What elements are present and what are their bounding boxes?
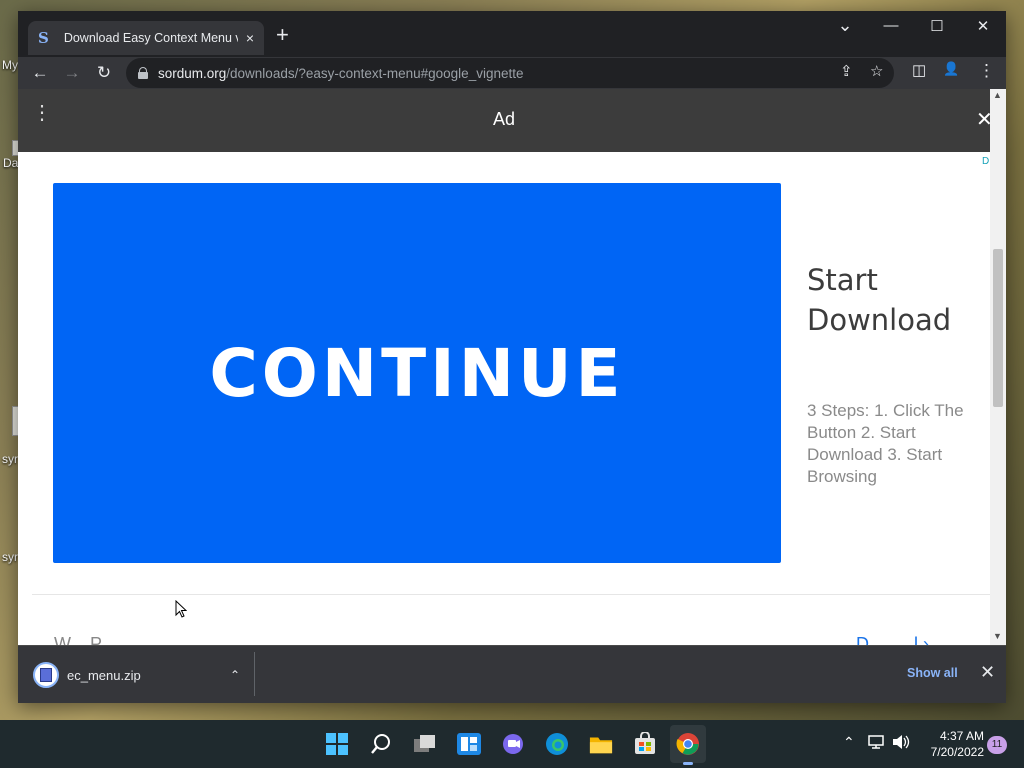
show-all-button[interactable]: Show all <box>907 666 958 680</box>
edge-icon[interactable] <box>545 732 569 756</box>
close-window-button[interactable]: ✕ <box>960 17 1006 35</box>
reload-button[interactable]: ↻ <box>92 61 116 85</box>
zip-file-icon <box>33 662 59 688</box>
desktop-label-syr[interactable]: syr <box>2 452 18 466</box>
desktop-label-my[interactable]: My <box>2 58 18 72</box>
tab-title: Download Easy Context Menu v1 <box>63 31 238 45</box>
download-file-name: ec_menu.zip <box>67 667 141 683</box>
forward-button[interactable]: → <box>60 61 84 85</box>
continue-ad-button[interactable]: CONTINUE <box>53 183 781 563</box>
widgets-icon[interactable] <box>457 732 481 756</box>
teams-chat-icon[interactable] <box>501 732 525 756</box>
ad-description[interactable]: 3 Steps: 1. Click The Button 2. Start Do… <box>807 400 977 488</box>
microsoft-store-icon[interactable] <box>633 732 657 756</box>
share-icon[interactable]: ⇪ <box>840 62 853 80</box>
url-domain: sordum.org <box>158 65 227 81</box>
url-path: /downloads/?easy-context-menu#google_vig… <box>226 65 524 81</box>
ad-header-bar: ⋮ Ad ✕ <box>18 89 993 152</box>
desktop-label-syr-2[interactable]: syr <box>2 550 18 564</box>
vertical-scrollbar[interactable]: ▲ ▼ <box>990 89 1006 645</box>
browser-window: S Download Easy Context Menu v1 × + ⌄ — … <box>18 11 1006 703</box>
maximize-button[interactable]: ☐ <box>914 17 960 35</box>
partially-visible-text: W... P... <box>54 634 115 645</box>
ad-label: Ad <box>492 109 516 129</box>
tab-close-icon[interactable]: × <box>246 30 254 46</box>
page-content: ⋮ Ad ✕ D CONTINUE Start Download 3 Steps… <box>18 89 1006 645</box>
browser-toolbar: ← → ↻ sordum.org /downloads/?easy-contex… <box>18 57 1006 89</box>
partially-visible-link[interactable]: D.........l › <box>856 634 929 645</box>
scrollbar-thumb[interactable] <box>993 249 1003 407</box>
system-clock[interactable]: 4:37 AM 7/20/2022 <box>918 728 984 760</box>
ad-choices-icon[interactable]: D <box>982 156 990 167</box>
taskbar: ⌃ 4:37 AM 7/20/2022 11 <box>0 720 1024 768</box>
close-shelf-icon[interactable]: ✕ <box>980 662 995 683</box>
clock-date: 7/20/2022 <box>930 745 984 759</box>
chrome-menu-icon[interactable]: ⋮ <box>978 61 995 81</box>
download-item[interactable]: ec_menu.zip ⌃ <box>28 655 246 695</box>
divider <box>32 594 990 595</box>
back-button[interactable]: ← <box>28 61 52 85</box>
tab-strip: S Download Easy Context Menu v1 × + ⌄ — … <box>18 11 1006 57</box>
start-windows-icon[interactable] <box>325 732 349 756</box>
chrome-icon[interactable] <box>670 725 706 763</box>
minimize-button[interactable]: — <box>868 17 914 34</box>
download-shelf: ec_menu.zip ⌃ Show all ✕ <box>18 645 1006 703</box>
address-bar[interactable]: sordum.org /downloads/?easy-context-menu… <box>126 58 894 88</box>
continue-text: CONTINUE <box>209 334 625 412</box>
new-tab-button[interactable]: + <box>276 24 289 46</box>
bookmark-star-icon[interactable]: ☆ <box>870 62 883 80</box>
network-icon[interactable] <box>868 734 886 753</box>
lock-icon[interactable] <box>138 67 148 79</box>
shelf-separator <box>254 652 255 696</box>
profile-icon[interactable]: 👤 <box>943 61 959 77</box>
scroll-down-arrow-icon[interactable]: ▼ <box>993 631 1002 641</box>
ad-body: D CONTINUE Start Download 3 Steps: 1. Cl… <box>18 152 990 645</box>
clock-time: 4:37 AM <box>939 729 984 743</box>
task-view-icon[interactable] <box>413 732 437 756</box>
side-panel-icon[interactable]: ◫ <box>912 61 926 79</box>
tray-chevron-icon[interactable]: ⌃ <box>843 734 855 751</box>
ad-title[interactable]: Start Download <box>807 260 977 340</box>
tab-search-button[interactable]: ⌄ <box>822 15 868 36</box>
mouse-cursor-icon <box>175 600 187 618</box>
notification-badge[interactable]: 11 <box>987 736 1007 754</box>
volume-icon[interactable] <box>892 734 910 753</box>
site-favicon-icon: S <box>38 29 49 47</box>
search-icon[interactable] <box>369 732 393 756</box>
active-tab[interactable]: S Download Easy Context Menu v1 × <box>28 21 264 55</box>
chrome-active-indicator <box>683 762 693 765</box>
file-explorer-icon[interactable] <box>589 732 613 756</box>
scroll-up-arrow-icon[interactable]: ▲ <box>993 90 1002 100</box>
chevron-up-icon[interactable]: ⌃ <box>230 668 240 682</box>
desktop-label-da[interactable]: Da <box>3 156 18 170</box>
